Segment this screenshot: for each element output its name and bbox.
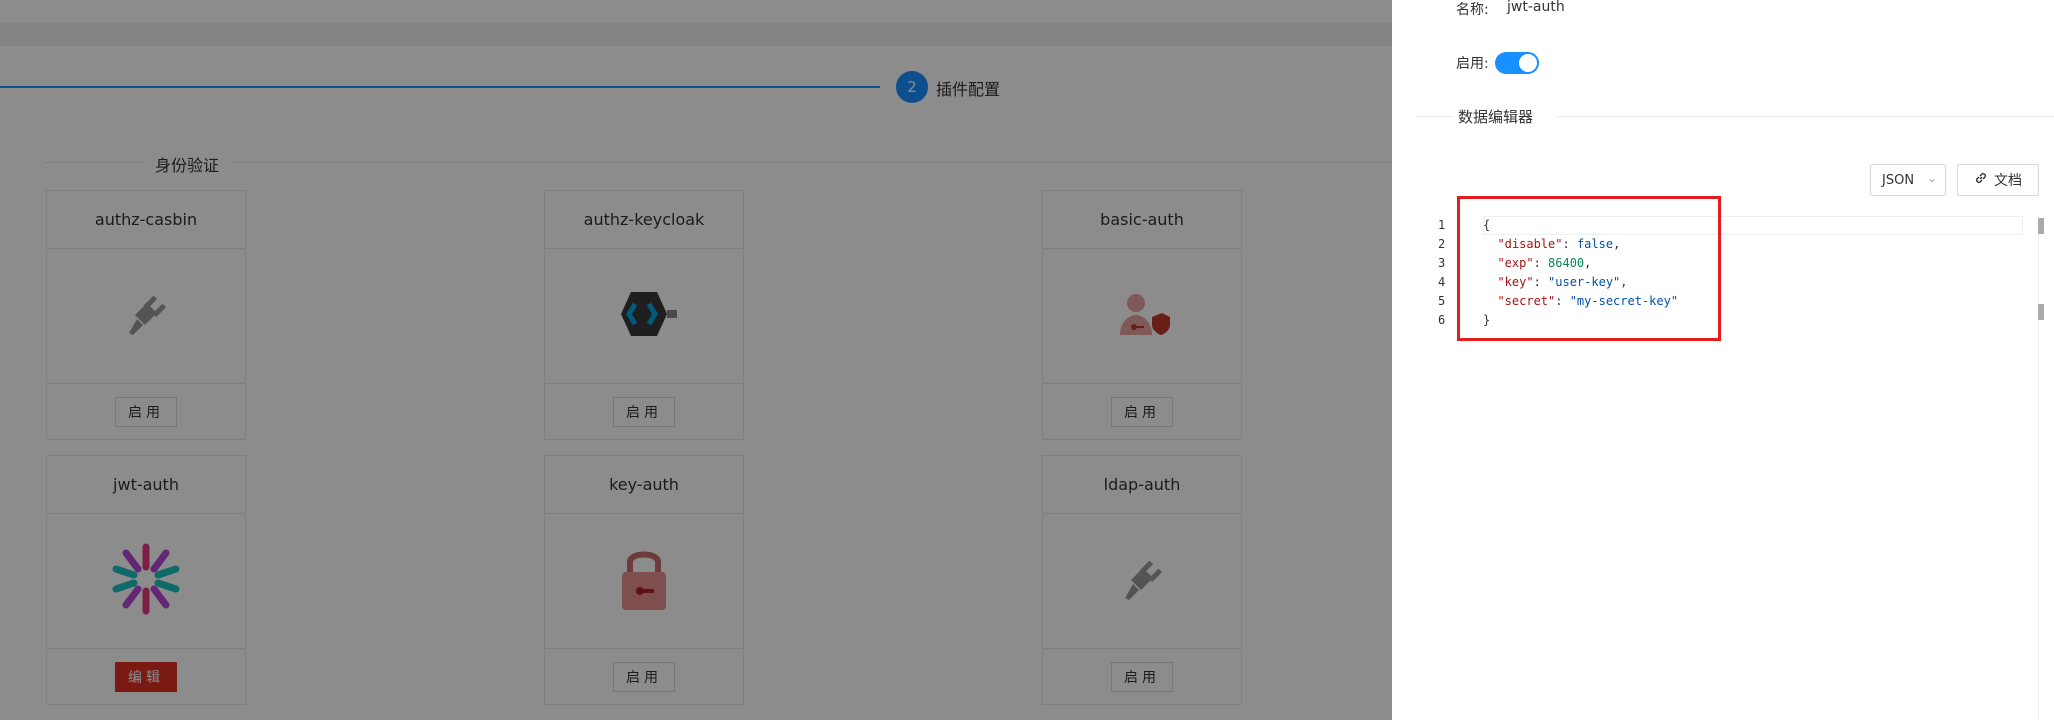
enable-label: 启用:	[1456, 56, 1489, 72]
annotation-highlight-box	[1457, 196, 1721, 341]
chevron-down-icon: ⌄	[1926, 171, 1937, 185]
modal-mask[interactable]	[0, 0, 1392, 720]
enable-switch[interactable]	[1495, 52, 1539, 74]
doc-button-label: 文档	[1994, 173, 2022, 189]
divider-line	[1557, 116, 2054, 117]
name-label: 名称:	[1456, 2, 1489, 18]
format-select-value: JSON	[1882, 172, 1915, 188]
format-select[interactable]: JSON ⌄	[1870, 164, 1946, 196]
divider-line	[1416, 116, 1452, 117]
doc-button[interactable]: 文档	[1957, 164, 2039, 196]
switch-knob	[1519, 54, 1537, 72]
plugin-drawer: 名称: jwt-auth 启用: 数据编辑器 JSON ⌄ 文档 1 2 3 4…	[1392, 0, 2054, 720]
editor-scrollbar[interactable]	[2038, 216, 2046, 720]
scrollbar-marker	[2038, 218, 2044, 234]
link-icon	[1974, 171, 1988, 189]
name-value: jwt-auth	[1507, 0, 1565, 15]
scrollbar-marker	[2038, 304, 2044, 320]
editor-title: 数据编辑器	[1458, 108, 1534, 126]
